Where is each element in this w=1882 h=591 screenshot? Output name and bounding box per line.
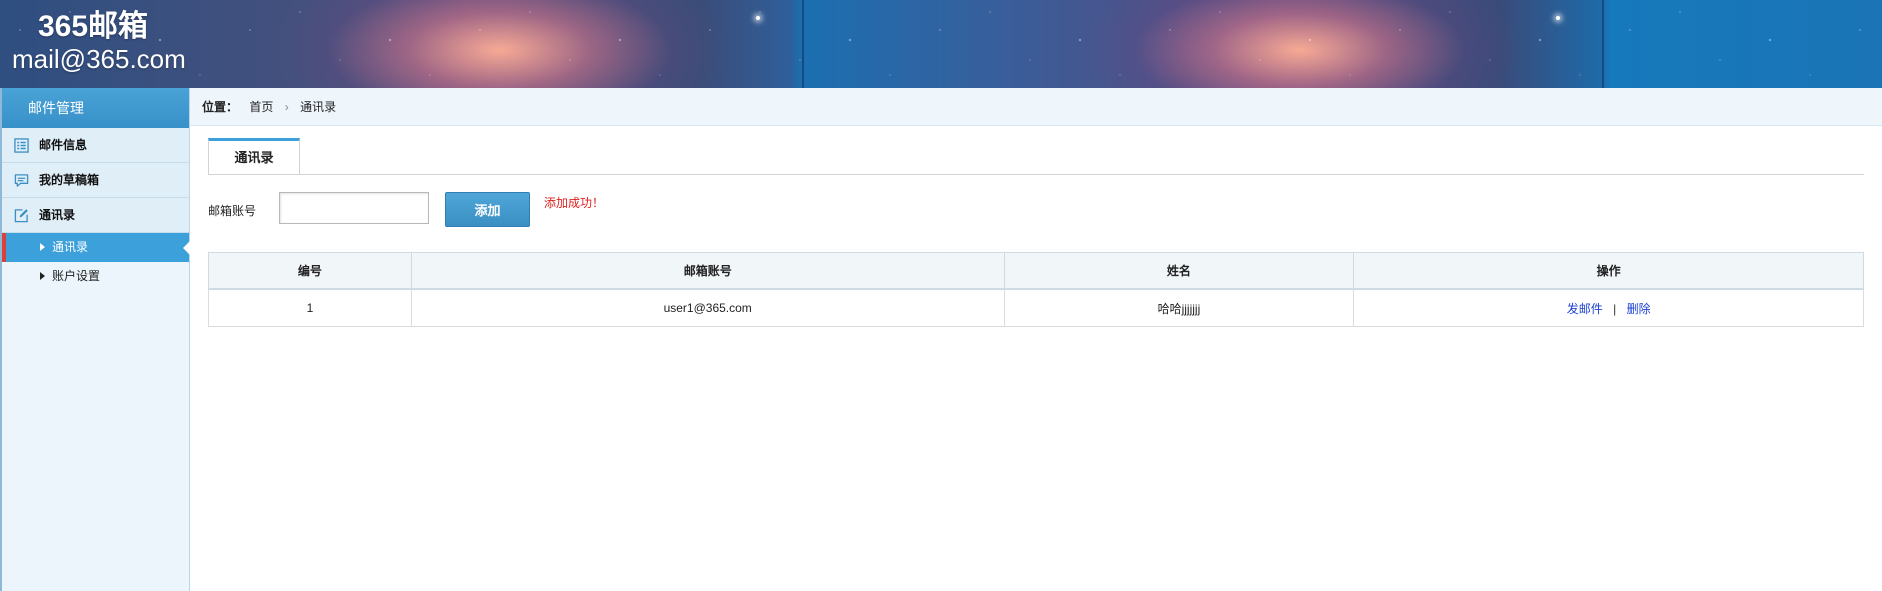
banner-seam	[1602, 0, 1604, 88]
site-logo: 365邮箱 mail@365.com	[12, 10, 186, 74]
account-label: 邮箱账号	[208, 204, 257, 218]
star-icon	[1556, 16, 1560, 20]
table-header-row: 编号 邮箱账号 姓名 操作	[208, 252, 1864, 290]
sidebar-item-label: 我的草稿箱	[39, 173, 100, 187]
success-message: 添加成功！	[544, 196, 605, 210]
account-input[interactable]	[279, 192, 429, 224]
cell-email: user1@365.com	[410, 288, 1005, 327]
cell-id: 1	[208, 288, 412, 327]
breadcrumb: 位置： 首页 › 通讯录	[190, 88, 1882, 126]
sidebar-item-contacts[interactable]: 通讯录	[2, 198, 189, 233]
sidebar-subitem-contacts[interactable]: 通讯录	[2, 233, 190, 262]
cell-name: 哈哈jjjjjjj	[1003, 288, 1355, 327]
contacts-table: 编号 邮箱账号 姓名 操作 1 user1@365.com 哈哈jjjjjjj …	[208, 252, 1864, 327]
sidebar-item-label: 邮件信息	[39, 138, 88, 152]
send-mail-link[interactable]: 发邮件	[1567, 302, 1603, 316]
caret-right-icon	[40, 243, 45, 251]
breadcrumb-current: 通讯录	[300, 100, 337, 114]
tab-bar: 通讯录	[208, 138, 1864, 175]
sidebar-title: 邮件管理	[2, 88, 189, 128]
column-header-id: 编号	[208, 252, 412, 290]
table-row: 1 user1@365.com 哈哈jjjjjjj 发邮件 | 删除	[208, 288, 1864, 327]
action-separator: |	[1613, 301, 1617, 316]
column-header-name: 姓名	[1003, 252, 1355, 290]
column-header-actions: 操作	[1353, 252, 1864, 290]
sidebar-subitem-account-settings[interactable]: 账户设置	[2, 262, 189, 291]
breadcrumb-label: 位置：	[202, 100, 239, 114]
header-banner: 365邮箱 mail@365.com	[0, 0, 1882, 88]
sidebar-item-drafts[interactable]: 我的草稿箱	[2, 163, 189, 198]
delete-link[interactable]: 删除	[1627, 302, 1651, 316]
star-icon	[756, 16, 760, 20]
sidebar-item-label: 通讯录	[39, 208, 76, 222]
sidebar-subitem-label: 通讯录	[52, 240, 89, 254]
sidebar-item-mail-info[interactable]: 邮件信息	[2, 128, 189, 163]
breadcrumb-separator: ›	[284, 100, 289, 114]
starfield-background	[0, 0, 1882, 88]
list-icon	[14, 137, 29, 153]
sidebar: 邮件管理 邮件信息 我的草稿箱 通讯录 通讯录 账户设置	[0, 88, 190, 591]
sidebar-subitem-label: 账户设置	[52, 269, 101, 283]
add-button[interactable]: 添加	[445, 192, 530, 227]
caret-right-icon	[40, 272, 45, 280]
breadcrumb-home-link[interactable]: 首页	[249, 100, 273, 114]
brand-name: 365邮箱	[38, 10, 149, 43]
chat-icon	[14, 173, 29, 187]
cell-actions: 发邮件 | 删除	[1353, 288, 1864, 327]
column-header-email: 邮箱账号	[410, 252, 1005, 290]
brand-email: mail@365.com	[12, 44, 186, 74]
banner-seam	[802, 0, 804, 88]
tab-contacts[interactable]: 通讯录	[208, 138, 300, 174]
edit-icon	[14, 208, 28, 222]
